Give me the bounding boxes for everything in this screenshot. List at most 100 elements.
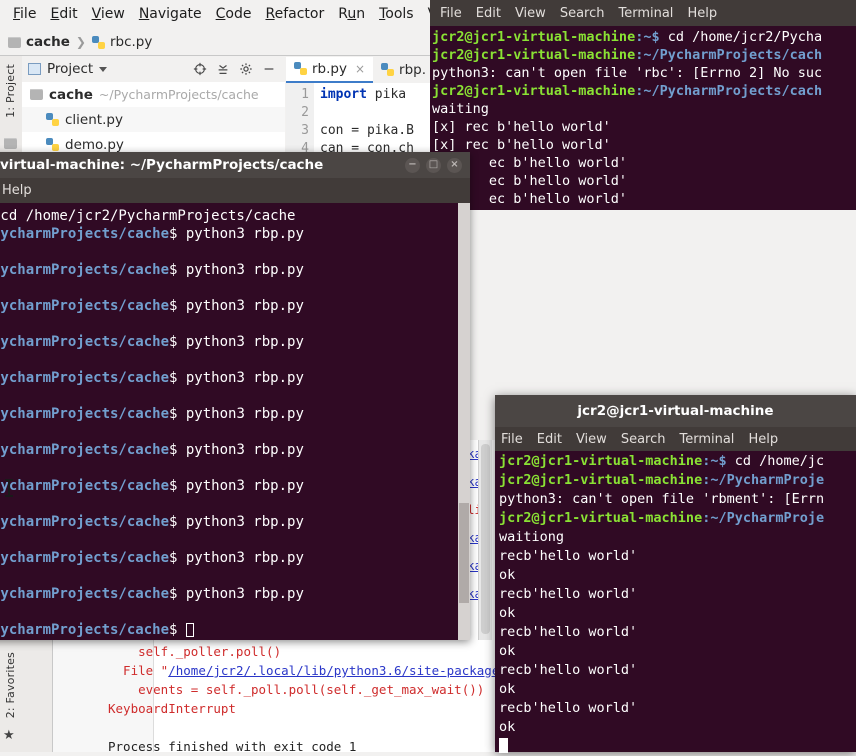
output-text: python3: can't open file 'rbc': [Errno 2… — [432, 65, 823, 81]
project-panel-header: Project — [22, 56, 285, 82]
hide-panel-icon[interactable] — [262, 62, 276, 76]
terminal-line: PycharmProjects/cache$ python3 rbp.py — [0, 261, 458, 279]
editor-gutter: 1 2 3 4 — [286, 83, 314, 156]
tab-label: rb.py — [312, 60, 347, 77]
terminal-middle-titlebar[interactable]: virtual-machine: ~/PycharmProjects/cache… — [0, 152, 470, 178]
command-text: $ python3 rbp.py — [169, 370, 304, 386]
prompt-path: :~/PycharmProjects/cach — [635, 47, 823, 63]
terminal-window-top[interactable]: File Edit View Search Terminal Help jcr2… — [430, 0, 856, 210]
code-text: con = pika.B — [320, 123, 414, 138]
menu-search[interactable]: Search — [621, 432, 666, 447]
tree-row-client-py[interactable]: client.py — [22, 107, 285, 132]
breadcrumb-file[interactable]: rbc.py — [91, 34, 152, 50]
terminal-line: ok — [499, 680, 856, 699]
close-icon[interactable]: × — [355, 62, 365, 76]
maximize-button[interactable]: □ — [426, 157, 441, 173]
mouse-ibeam-pointer — [5, 479, 13, 497]
collapse-all-icon[interactable] — [216, 62, 230, 76]
folder-icon — [30, 89, 43, 100]
terminal-line: waitiong — [499, 528, 856, 547]
terminal-line: python3: can't open file 'rbment': [Errn — [499, 490, 856, 509]
terminal-line: cd /home/jcr2/PycharmProjects/cache — [0, 207, 458, 225]
prompt-path: :~$ — [702, 453, 735, 469]
menu-file[interactable]: File — [501, 432, 523, 447]
star-icon: ★ — [3, 728, 15, 743]
menu-code[interactable]: Code — [209, 4, 259, 24]
menu-view[interactable]: View — [85, 4, 132, 24]
locate-target-icon[interactable] — [193, 62, 207, 76]
command-text: $ python3 rbp.py — [169, 442, 304, 458]
prompt-path: :~/PycharmProje — [702, 510, 825, 526]
ide-console-scrollbar[interactable] — [478, 440, 492, 640]
tab-rb-py[interactable]: rb.py × — [286, 56, 374, 83]
command-text: $ python3 rbp.py — [169, 406, 304, 422]
terminal-window-middle[interactable]: virtual-machine: ~/PycharmProjects/cache… — [0, 152, 470, 640]
terminal-line: recb'hello world' — [499, 699, 856, 718]
terminal-line: PycharmProjects/cache$ python3 rbp.py — [0, 225, 458, 243]
tree-root-path: ~/PycharmProjects/cache — [98, 87, 259, 102]
menu-terminal[interactable]: Terminal — [679, 432, 734, 447]
prompt-path: PycharmProjects/cache — [0, 478, 170, 494]
breadcrumb-project[interactable]: cache — [8, 34, 70, 50]
python-file-icon — [46, 113, 59, 126]
terminal-middle-output[interactable]: cd /home/jcr2/PycharmProjects/cache Pych… — [0, 203, 458, 640]
terminal-bottom-titlebar[interactable]: jcr2@jcr1-virtual-machine — [495, 395, 856, 427]
menu-help[interactable]: Help — [748, 432, 778, 447]
console-exception: KeyboardInterrupt — [108, 701, 236, 716]
terminal-bottom-output[interactable]: jcr2@jcr1-virtual-machine:~$ cd /home/jc… — [495, 451, 856, 753]
command-text: cd /home/jcr2/Pycha — [667, 29, 823, 45]
text-cursor — [499, 738, 508, 753]
menu-navigate[interactable]: Navigate — [132, 4, 209, 24]
chevron-down-icon[interactable] — [99, 66, 108, 72]
menu-edit[interactable]: Edit — [476, 6, 501, 21]
menu-help[interactable]: Help — [0, 183, 32, 198]
menu-tools[interactable]: Tools — [372, 4, 421, 24]
minimize-button[interactable]: − — [405, 157, 420, 173]
tree-row-root[interactable]: cache ~/PycharmProjects/cache — [22, 82, 285, 107]
menu-terminal[interactable]: Terminal — [618, 6, 673, 21]
prompt-path: :~/PycharmProjects/cach — [635, 83, 823, 99]
command-text: $ python3 rbp.py — [169, 262, 304, 278]
command-text: $ python3 rbp.py — [169, 514, 304, 530]
output-text: recb'hello world' — [499, 548, 638, 564]
terminal-middle-scrollbar[interactable] — [458, 203, 470, 640]
terminal-line: jcr2@jcr1-virtual-machine:~$ cd /home/jc… — [432, 28, 856, 46]
menu-help[interactable]: Help — [687, 6, 717, 21]
tab-rbp-py[interactable]: rbp. — [373, 58, 434, 82]
menu-edit[interactable]: Edit — [43, 4, 84, 24]
terminal-line: recb'hello world' — [499, 585, 856, 604]
window-title: virtual-machine: ~/PycharmProjects/cache — [0, 157, 324, 173]
stacktrace-link[interactable]: /home/jcr2/.local/lib/python3.6/site-pac… — [168, 663, 544, 678]
menu-file[interactable]: File — [6, 4, 43, 24]
prompt-path: PycharmProjects/cache — [0, 334, 170, 350]
gear-icon[interactable] — [239, 62, 253, 76]
sidebar-item-favorites[interactable]: 2: Favorites — [4, 652, 17, 718]
command-text: $ python3 rbp.py — [169, 478, 304, 494]
terminal-line: [x] rec b'hello world' — [432, 118, 856, 136]
prompt-path: PycharmProjects/cache — [0, 370, 170, 386]
output-text: recb'hello world' — [499, 700, 638, 716]
prompt-user: jcr2@jcr1-virtual-machine — [432, 29, 636, 45]
output-text: recb'hello world' — [499, 624, 638, 640]
menu-view[interactable]: View — [576, 432, 607, 447]
sidebar-item-project[interactable]: 1: Project — [4, 64, 17, 118]
menu-search[interactable]: Search — [560, 6, 605, 21]
project-panel-title: Project — [47, 61, 94, 77]
command-text: $ python3 rbp.py — [169, 334, 304, 350]
menu-file[interactable]: File — [440, 6, 462, 21]
prompt-path: PycharmProjects/cache — [0, 298, 170, 314]
tree-item-label: client.py — [65, 111, 123, 128]
menu-run[interactable]: Run — [331, 4, 372, 24]
terminal-top-output[interactable]: jcr2@jcr1-virtual-machine:~$ cd /home/jc… — [430, 26, 856, 210]
terminal-window-bottom[interactable]: jcr2@jcr1-virtual-machine File Edit View… — [495, 395, 856, 753]
menu-edit[interactable]: Edit — [537, 432, 562, 447]
favorites-tool-strip: 2: Favorites ★ — [0, 640, 23, 752]
output-text: ok — [499, 605, 516, 621]
close-button[interactable]: × — [447, 157, 462, 173]
menu-view[interactable]: View — [515, 6, 546, 21]
menu-refactor[interactable]: Refactor — [258, 4, 331, 24]
